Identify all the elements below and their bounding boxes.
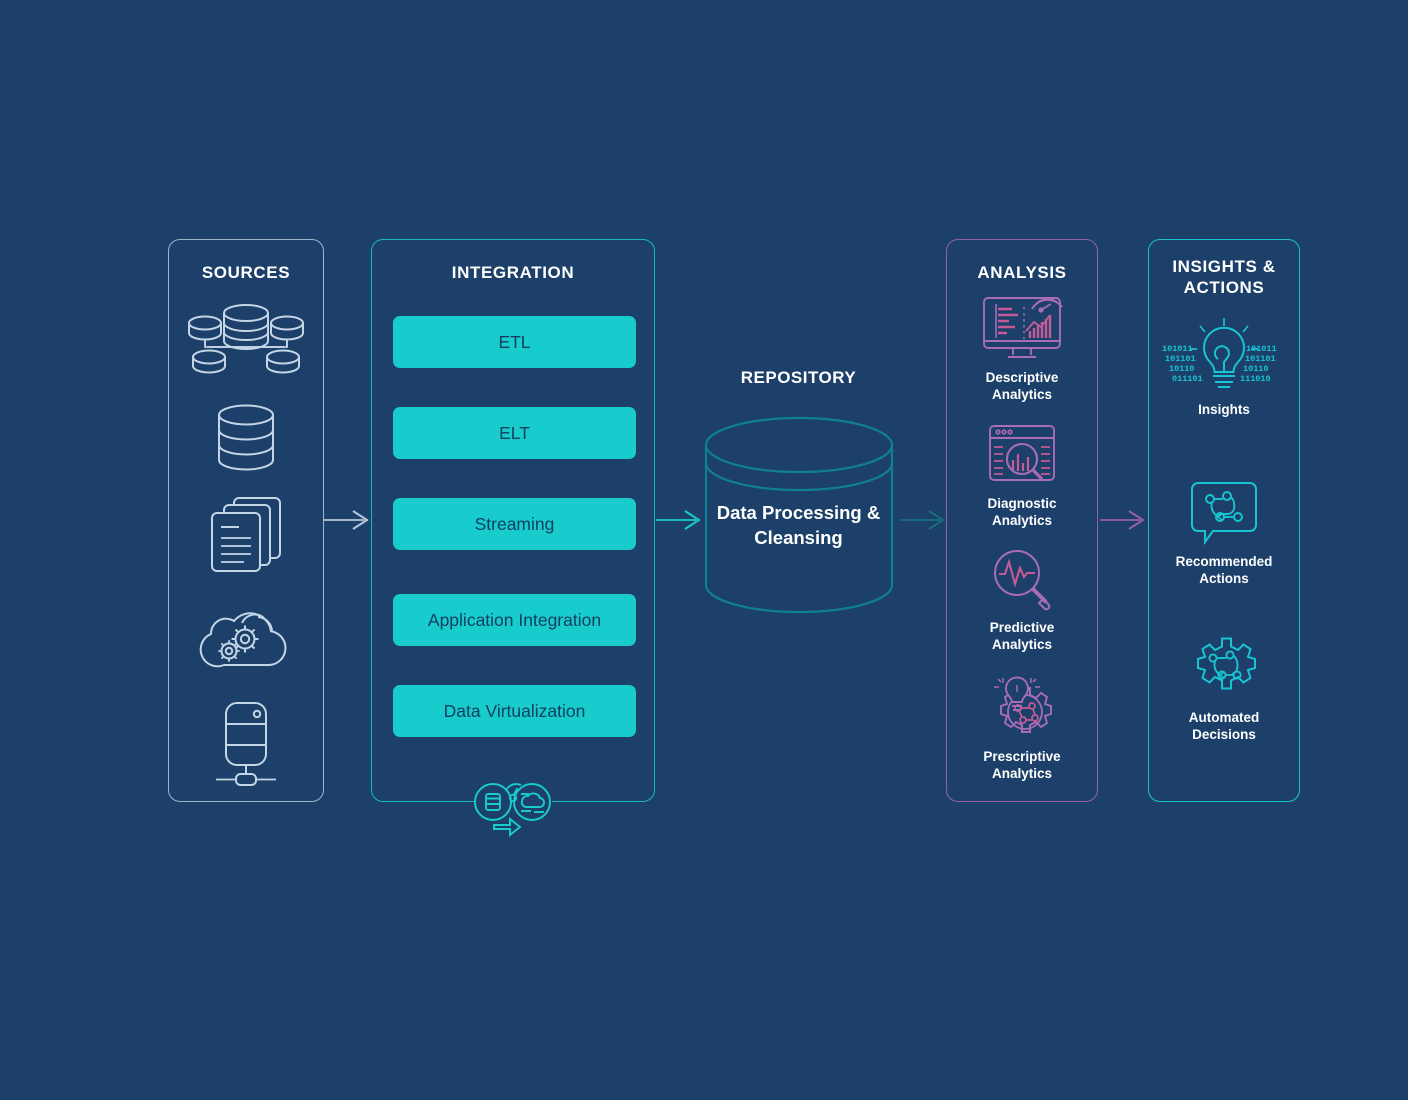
binary-right-3: 111010 bbox=[1240, 374, 1271, 384]
analysis-item-descriptive[interactable]: Descriptive Analytics bbox=[947, 295, 1097, 403]
gear-lightbulb-icon bbox=[985, 672, 1059, 740]
binary-right-0: 101011 bbox=[1246, 344, 1277, 354]
cloud-gears-icon bbox=[196, 595, 296, 671]
database-cylinder-icon bbox=[215, 404, 277, 472]
chip-data-virtualization[interactable]: Data Virtualization bbox=[393, 685, 636, 737]
magnifier-pulse-icon bbox=[987, 547, 1057, 611]
arrow-sources-to-integration bbox=[324, 510, 369, 530]
gear-flow-icon bbox=[1187, 632, 1261, 702]
binary-left-1: 101101 bbox=[1165, 354, 1196, 364]
insights-label-automated-decisions: Automated Decisions bbox=[1188, 710, 1260, 742]
insights-label-recommended-actions: Recommended Actions bbox=[1175, 554, 1273, 586]
panel-sources: SOURCES bbox=[168, 239, 324, 802]
insights-label-insights: Insights bbox=[1198, 402, 1250, 417]
binary-left-0: 101011 bbox=[1162, 344, 1193, 354]
data-migration-cloud-icon bbox=[468, 779, 560, 837]
documents-stack-icon bbox=[207, 495, 285, 575]
binary-right-1: 101101 bbox=[1245, 354, 1276, 364]
browser-magnifier-bars-icon bbox=[985, 423, 1059, 487]
insights-item-recommended-actions[interactable]: Recommended Actions bbox=[1149, 480, 1299, 587]
chip-application-integration[interactable]: Application Integration bbox=[393, 594, 636, 646]
chip-elt[interactable]: ELT bbox=[393, 407, 636, 459]
diagram-canvas: SOURCES INTEGRATION ETL ELT Streaming Ap… bbox=[0, 0, 1408, 1100]
arrow-analysis-to-insights bbox=[1100, 510, 1145, 530]
analysis-label-descriptive: Descriptive Analytics bbox=[985, 370, 1059, 402]
analysis-label-diagnostic: Diagnostic Analytics bbox=[987, 496, 1057, 528]
panel-analysis: ANALYSIS Descriptive Analytics Diagnosti… bbox=[946, 239, 1098, 802]
monitor-charts-icon bbox=[978, 295, 1066, 361]
sources-title: SOURCES bbox=[201, 263, 291, 282]
analysis-title: ANALYSIS bbox=[977, 263, 1067, 282]
analysis-item-diagnostic[interactable]: Diagnostic Analytics bbox=[947, 423, 1097, 529]
distributed-databases-icon bbox=[188, 302, 304, 374]
speech-bubble-flow-icon bbox=[1189, 480, 1259, 546]
insights-title: INSIGHTS & ACTIONS bbox=[1172, 257, 1276, 297]
repository-group: REPOSITORY Data Processing & Cleansing bbox=[686, 368, 911, 628]
chip-etl[interactable]: ETL bbox=[393, 316, 636, 368]
insights-item-insights[interactable]: 101011 101101 10110 011101 101011 101101… bbox=[1149, 312, 1299, 418]
panel-integration: INTEGRATION ETL ELT Streaming Applicatio… bbox=[371, 239, 655, 802]
lightbulb-binary-icon: 101011 101101 10110 011101 101011 101101… bbox=[1161, 312, 1287, 394]
insights-item-automated-decisions[interactable]: Automated Decisions bbox=[1149, 632, 1299, 743]
integration-title: INTEGRATION bbox=[451, 263, 575, 282]
chip-streaming[interactable]: Streaming bbox=[393, 498, 636, 550]
binary-left-2: 10110 bbox=[1169, 364, 1195, 374]
analysis-item-predictive[interactable]: Predictive Analytics bbox=[947, 547, 1097, 653]
panel-insights-actions: INSIGHTS & ACTIONS 101011 101101 10110 0… bbox=[1148, 239, 1300, 802]
binary-left-3: 011101 bbox=[1172, 374, 1203, 384]
repository-cylinder-icon bbox=[704, 416, 894, 614]
server-node-icon bbox=[204, 700, 288, 788]
repository-title: REPOSITORY bbox=[740, 368, 857, 387]
binary-right-2: 10110 bbox=[1243, 364, 1269, 374]
arrow-repository-to-analysis bbox=[900, 510, 945, 530]
analysis-label-predictive: Predictive Analytics bbox=[989, 620, 1055, 652]
analysis-label-prescriptive: Prescriptive Analytics bbox=[983, 749, 1061, 781]
analysis-item-prescriptive[interactable]: Prescriptive Analytics bbox=[947, 672, 1097, 782]
